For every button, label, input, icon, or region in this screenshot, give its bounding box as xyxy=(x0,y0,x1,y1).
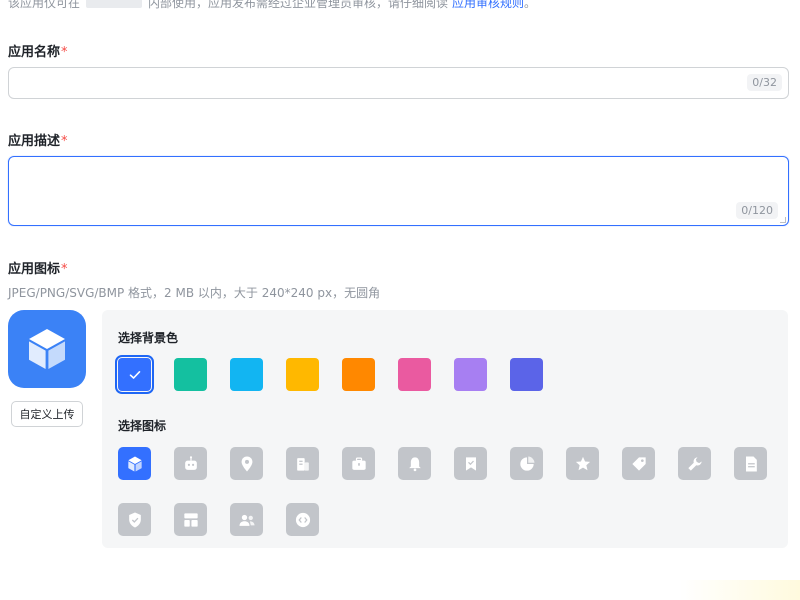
app-description-counter: 0/120 xyxy=(736,202,778,219)
app-name-label: 应用名称* xyxy=(8,41,68,60)
color-swatch-2[interactable] xyxy=(174,358,207,391)
icon-option-building[interactable] xyxy=(286,447,319,480)
robot-icon xyxy=(184,455,197,470)
app-icon-label: 应用图标* xyxy=(8,258,68,277)
color-swatch-5[interactable] xyxy=(342,358,375,391)
color-swatch-8[interactable] xyxy=(510,358,543,391)
color-swatch-1[interactable] xyxy=(115,355,154,394)
notice-prefix: 该应用仅可在 xyxy=(8,0,81,10)
app-icon-label-text: 应用图标 xyxy=(8,262,61,277)
icon-grid xyxy=(118,447,778,536)
check-icon xyxy=(129,370,140,379)
app-icon-preview xyxy=(8,310,86,388)
star-icon xyxy=(575,456,590,470)
required-mark: * xyxy=(61,134,68,149)
icon-option-layout[interactable] xyxy=(174,503,207,536)
icon-option-wrench[interactable] xyxy=(678,447,711,480)
app-icon-hint: JPEG/PNG/SVG/BMP 格式，2 MB 以内，大于 240*240 p… xyxy=(8,286,381,300)
color-swatch-3[interactable] xyxy=(230,358,263,391)
icon-option-star[interactable] xyxy=(566,447,599,480)
icon-select-title: 选择图标 xyxy=(118,419,167,433)
building-icon xyxy=(296,457,309,471)
custom-upload-button[interactable]: 自定义上传 xyxy=(11,401,83,427)
cube-icon xyxy=(29,329,65,369)
icon-option-bell[interactable] xyxy=(398,447,431,480)
color-swatch-4[interactable] xyxy=(286,358,319,391)
icon-option-document[interactable] xyxy=(734,447,767,480)
location-pin-icon xyxy=(241,456,252,471)
app-description-textarea[interactable]: 0/120 xyxy=(8,156,789,226)
app-form-page: 该应用仅可在 内部使用，应用发布需经过企业管理员审核，请仔细阅读 应用审核规则 … xyxy=(0,0,800,600)
color-swatch-7[interactable] xyxy=(454,358,487,391)
color-swatch-row xyxy=(115,355,543,394)
cube-icon xyxy=(127,456,142,471)
required-mark: * xyxy=(61,262,68,277)
app-description-label: 应用描述* xyxy=(8,130,68,149)
code-icon xyxy=(295,512,310,527)
icon-option-users[interactable] xyxy=(230,503,263,536)
icon-option-shield-check[interactable] xyxy=(118,503,151,536)
briefcase-icon xyxy=(351,457,366,470)
blurred-org-name xyxy=(86,0,143,8)
notice-suffix: 。 xyxy=(524,0,537,10)
bg-color-title: 选择背景色 xyxy=(118,331,179,345)
pie-chart-icon xyxy=(519,456,534,471)
corner-highlight xyxy=(680,580,800,600)
icon-option-robot[interactable] xyxy=(174,447,207,480)
icon-option-bookmark[interactable] xyxy=(454,447,487,480)
review-rules-link[interactable]: 应用审核规则 xyxy=(452,0,524,11)
icon-option-code[interactable] xyxy=(286,503,319,536)
icon-option-tag[interactable] xyxy=(622,447,655,480)
icon-option-cube[interactable] xyxy=(118,447,151,480)
bookmark-icon xyxy=(465,456,476,471)
color-swatch-6[interactable] xyxy=(398,358,431,391)
icon-option-pie-chart[interactable] xyxy=(510,447,543,480)
wrench-icon xyxy=(687,456,702,471)
bell-icon xyxy=(408,456,421,471)
icon-option-location-pin[interactable] xyxy=(230,447,263,480)
shield-check-icon xyxy=(128,512,141,527)
app-name-label-text: 应用名称 xyxy=(8,45,61,60)
icon-picker-panel: 选择背景色 选择图标 xyxy=(102,310,788,548)
resize-handle[interactable] xyxy=(780,217,786,223)
icon-option-briefcase[interactable] xyxy=(342,447,375,480)
users-icon xyxy=(239,514,254,526)
notice-middle: 内部使用，应用发布需经过企业管理员审核，请仔细阅读 xyxy=(148,0,449,10)
app-name-input[interactable]: 0/32 xyxy=(8,67,789,99)
document-icon xyxy=(745,456,757,471)
required-mark: * xyxy=(61,45,68,60)
app-name-counter: 0/32 xyxy=(747,74,782,91)
app-description-label-text: 应用描述 xyxy=(8,134,61,149)
review-notice: 该应用仅可在 内部使用，应用发布需经过企业管理员审核，请仔细阅读 应用审核规则 … xyxy=(8,0,536,10)
layout-icon xyxy=(183,512,198,527)
tag-icon xyxy=(631,456,646,471)
